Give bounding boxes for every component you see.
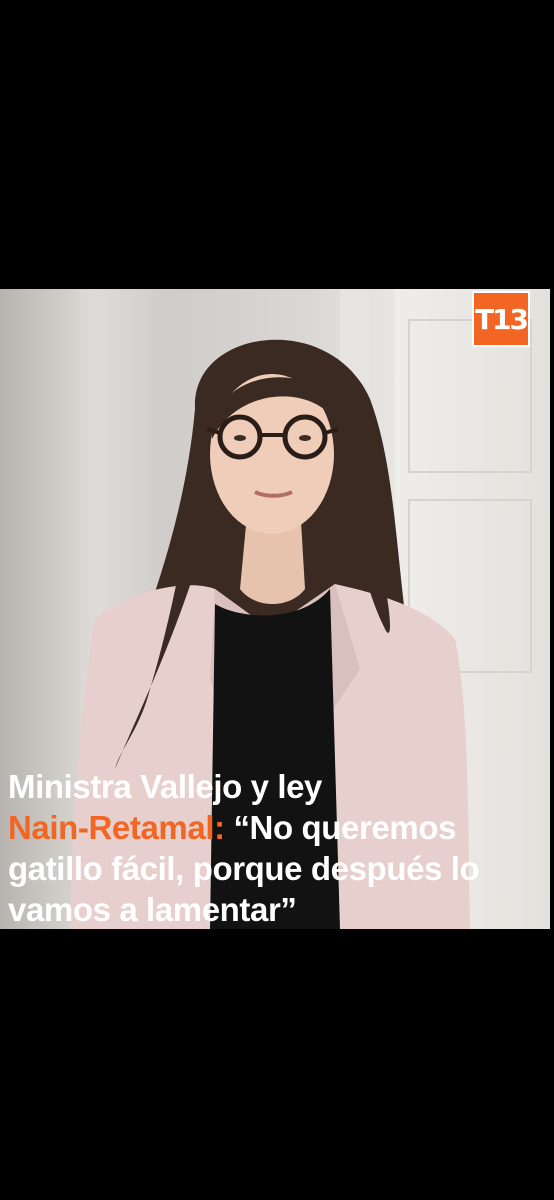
headline-line-2: Nain-Retamal: “No queremos [8,807,548,848]
headline: Ministra Vallejo y ley Nain-Retamal: “No… [8,766,548,930]
t13-logo: T13 [472,291,530,347]
headline-quote-start: “No queremos [224,809,457,846]
headline-line-4: vamos a lamentar” [8,891,297,928]
headline-line-3: gatillo fácil, porque después lo [8,850,480,887]
headline-line-1: Ministra Vallejo y ley [8,768,323,805]
t13-logo-text: T13 [474,302,529,336]
headline-accent-name: Nain-Retamal: [8,809,225,846]
